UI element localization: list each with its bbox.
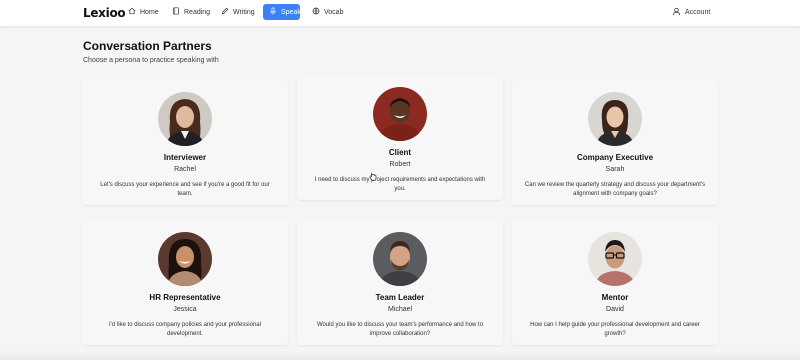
nav-item-home[interactable]: Home (122, 4, 162, 20)
partner-quote: Would you like to discuss your team's pe… (316, 322, 484, 337)
partner-quote: How can I help guide your professional d… (530, 322, 700, 337)
hand-cursor-icon (369, 172, 377, 181)
partner-name: Michael (387, 306, 413, 313)
page-title: Conversation Partners (83, 39, 212, 53)
partner-card-hr-representative[interactable]: HR Representative Jessica I'd like to di… (82, 220, 288, 345)
avatar (588, 92, 642, 146)
partner-name: David (606, 306, 624, 313)
book-icon (172, 7, 180, 17)
pencil-icon (221, 7, 229, 17)
account-label: Account (685, 8, 711, 16)
partner-card-interviewer[interactable]: Interviewer Rachel Let's discuss your ex… (82, 80, 288, 205)
avatar (588, 232, 642, 286)
partner-quote: Let's discuss your experience and see if… (100, 182, 270, 197)
partner-card-mentor[interactable]: Mentor David How can I help guide your p… (512, 220, 718, 345)
nav-label-speak: Speak (281, 8, 301, 16)
partner-name: Robert (389, 161, 411, 168)
microphone-icon (269, 7, 277, 17)
partner-role: Mentor (601, 293, 629, 302)
nav-item-reading[interactable]: Reading (166, 4, 211, 20)
partner-name: Sarah (605, 166, 625, 173)
nav-item-speak[interactable]: Speak (263, 4, 301, 20)
page-bottom-edge (0, 350, 800, 360)
partner-name: Rachel (174, 166, 196, 173)
account-menu[interactable]: Account (672, 4, 710, 20)
avatar (158, 232, 212, 286)
home-icon (128, 7, 136, 17)
partner-quote: I need to discuss my project requirement… (314, 177, 486, 192)
partner-role: Interviewer (163, 153, 207, 162)
partner-card-team-leader[interactable]: Team Leader Michael Would you like to di… (297, 220, 503, 345)
nav-label-home: Home (140, 8, 159, 16)
nav-label-reading: Reading (184, 8, 211, 16)
nav-item-vocab[interactable]: Vocab (306, 4, 346, 20)
globe-icon (312, 7, 320, 17)
page-subtitle: Choose a persona to practice speaking wi… (83, 57, 219, 64)
user-icon (672, 7, 681, 18)
partner-role: Client (388, 148, 412, 157)
avatar (373, 87, 427, 141)
nav-label-vocab: Vocab (324, 8, 344, 16)
partner-card-client[interactable]: Client Robert I need to discuss my proje… (297, 75, 503, 200)
nav-item-writing[interactable]: Writing (215, 4, 257, 20)
avatar (158, 92, 212, 146)
partner-role: Team Leader (375, 293, 425, 302)
app-logo[interactable]: Lexioo (83, 6, 126, 20)
partner-role: HR Representative (149, 293, 221, 302)
partner-name: Jessica (173, 306, 197, 313)
avatar (373, 232, 427, 286)
partner-role: Company Executive (576, 153, 654, 162)
partner-card-company-executive[interactable]: Company Executive Sarah Can we review th… (512, 80, 718, 205)
nav-label-writing: Writing (233, 8, 255, 16)
top-navigation-bar: Lexioo Home Reading Writing Speak Vocab (0, 0, 800, 26)
partner-quote: Can we review the quarterly strategy and… (524, 182, 706, 197)
partner-quote: I'd like to discuss company policies and… (109, 322, 261, 337)
